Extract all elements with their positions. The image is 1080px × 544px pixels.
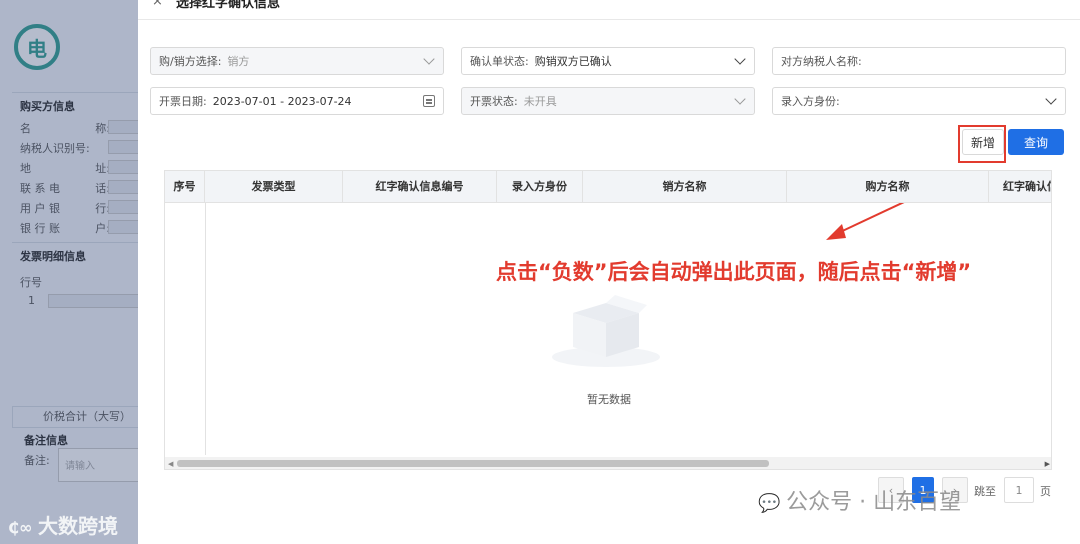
- chevron-down-icon: [734, 53, 746, 65]
- watermark-logo-icon: ₵∞: [8, 518, 39, 537]
- jump-page-input[interactable]: 1: [1004, 477, 1034, 503]
- page-unit-label: 页: [1040, 485, 1051, 498]
- role-select[interactable]: 购/销方选择: 销方: [150, 47, 444, 75]
- column-header: 序号: [165, 171, 205, 203]
- invoice-date-value: 2023-07-01 - 2023-07-24: [212, 94, 352, 108]
- confirm-status-value: 购销双方已确认: [534, 55, 612, 68]
- invoice-status-label: 开票状态:: [470, 95, 518, 108]
- invoice-status-select[interactable]: 开票状态: 未开具: [461, 87, 755, 115]
- query-button[interactable]: 查询: [1008, 129, 1064, 155]
- wechat-icon: 💬: [758, 493, 787, 514]
- chevron-down-icon: [1045, 93, 1057, 105]
- close-icon[interactable]: ×: [152, 0, 163, 9]
- horizontal-scrollbar[interactable]: ◀ ▶: [165, 457, 1051, 469]
- empty-state-text: 暂无数据: [587, 393, 631, 406]
- invoice-date-label: 开票日期:: [159, 95, 207, 108]
- select-red-confirmation-dialog: × 选择红字确认信息 购/销方选择: 销方 确认单状态: 购销双方已确认 对方纳…: [138, 0, 1080, 544]
- add-button[interactable]: 新增: [962, 129, 1004, 155]
- role-select-value: 销方: [227, 55, 250, 68]
- calendar-icon[interactable]: [423, 95, 435, 107]
- scroll-left-icon[interactable]: ◀: [168, 460, 173, 468]
- invoice-status-value: 未开具: [523, 95, 557, 108]
- column-header: 销方名称: [583, 171, 787, 203]
- chevron-down-icon: [423, 53, 435, 65]
- modal-backdrop: [0, 0, 138, 544]
- column-header: 红字确认信息状态: [989, 171, 1051, 203]
- counterparty-name-label: 对方纳税人名称:: [781, 55, 862, 68]
- dialog-header: × 选择红字确认信息: [138, 0, 1080, 20]
- instruction-annotation: 点击“负数”后会自动弹出此页面，随后点击“新增”: [496, 260, 972, 284]
- invoice-date-range-picker[interactable]: 开票日期: 2023-07-01 - 2023-07-24: [150, 87, 444, 115]
- watermark-right: 💬 公众号 · 山东百望: [758, 490, 962, 515]
- dialog-title: 选择红字确认信息: [176, 0, 281, 11]
- watermark-left: ₵∞ 大数跨境: [8, 514, 119, 538]
- empty-box-icon: [552, 295, 660, 367]
- column-header: 红字确认信息编号: [343, 171, 497, 203]
- confirm-status-select[interactable]: 确认单状态: 购销双方已确认: [461, 47, 755, 75]
- table-header: 序号 发票类型 红字确认信息编号 录入方身份 销方名称 购方名称 红字确认信息状…: [165, 171, 1051, 203]
- scroll-right-icon[interactable]: ▶: [1045, 460, 1050, 468]
- red-confirmation-table: 序号 发票类型 红字确认信息编号 录入方身份 销方名称 购方名称 红字确认信息状…: [164, 170, 1052, 470]
- role-select-label: 购/销方选择:: [159, 55, 222, 68]
- entry-identity-label: 录入方身份:: [781, 95, 840, 108]
- column-header: 发票类型: [205, 171, 343, 203]
- entry-identity-select[interactable]: 录入方身份:: [772, 87, 1066, 115]
- jump-to-label: 跳至: [974, 485, 996, 498]
- confirm-status-label: 确认单状态:: [470, 55, 529, 68]
- column-header: 录入方身份: [497, 171, 583, 203]
- chevron-down-icon: [734, 93, 746, 105]
- scrollbar-thumb[interactable]: [177, 460, 769, 467]
- column-header: 购方名称: [787, 171, 989, 203]
- background-invoice-panel: 电 购买方信息 名称: 纳税人识别号: 地址: 联 系 电话: 用 户 银行: …: [0, 0, 138, 544]
- counterparty-name-input[interactable]: 对方纳税人名称:: [772, 47, 1066, 75]
